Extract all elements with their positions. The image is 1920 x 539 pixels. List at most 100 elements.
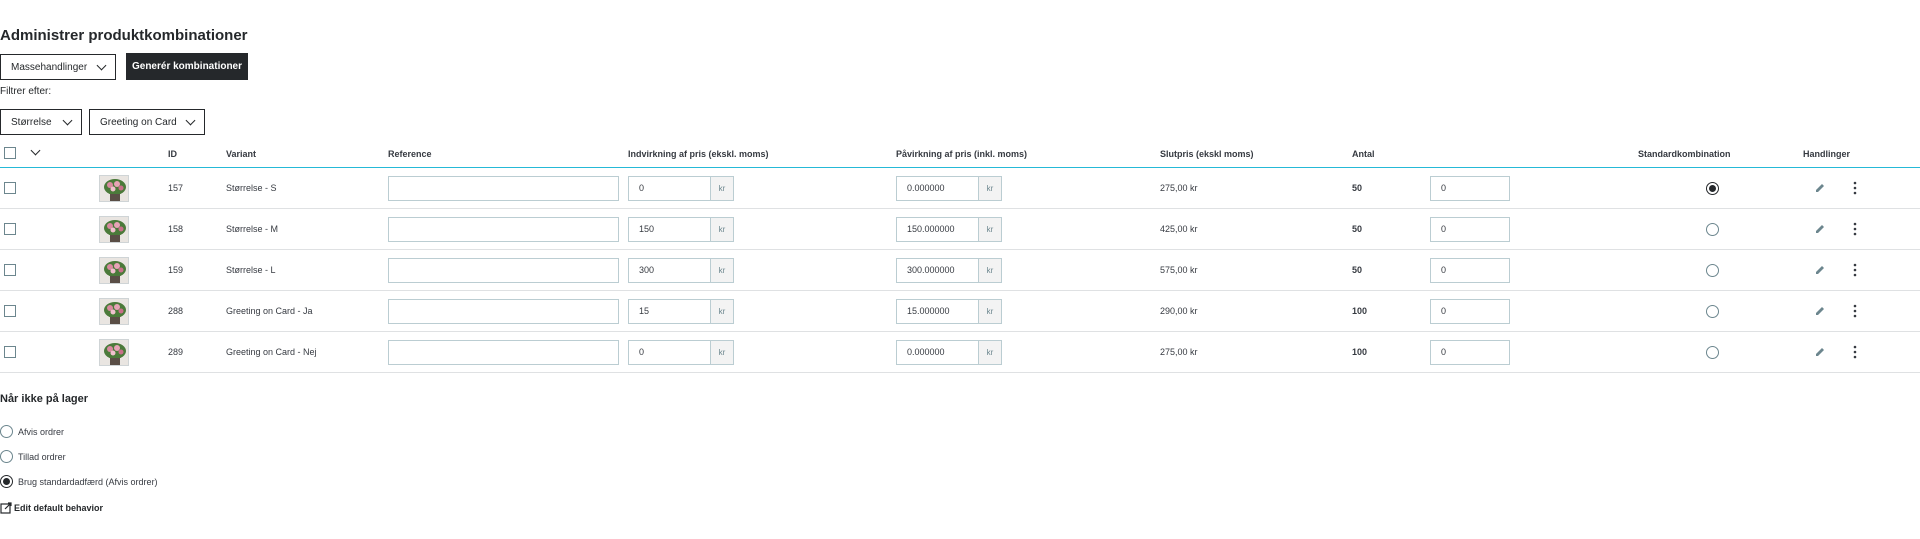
product-thumbnail bbox=[99, 256, 129, 284]
filter-greeting-dropdown[interactable]: Greeting on Card bbox=[89, 109, 205, 135]
chevron-down-icon[interactable] bbox=[30, 145, 41, 156]
impact-excl-input[interactable]: 0 bbox=[628, 175, 710, 201]
more-options-icon[interactable] bbox=[1852, 222, 1858, 236]
column-header-variant: Variant bbox=[226, 149, 257, 159]
radio-default-behavior[interactable] bbox=[0, 475, 13, 488]
row-variant: Greeting on Card - Nej bbox=[226, 347, 317, 357]
quantity-input[interactable]: 0 bbox=[1430, 298, 1510, 324]
out-of-stock-title: Når ikke på lager bbox=[0, 393, 89, 405]
quantity-input[interactable]: 0 bbox=[1430, 216, 1510, 242]
edit-icon[interactable] bbox=[1814, 264, 1826, 276]
out-of-stock-option-deny[interactable]: Afvis ordrer bbox=[0, 425, 64, 438]
impact-incl-input[interactable]: 15.000000 bbox=[896, 298, 978, 324]
impact-incl-input[interactable]: 0.000000 bbox=[896, 175, 978, 201]
edit-icon[interactable] bbox=[1814, 305, 1826, 317]
row-checkbox[interactable] bbox=[4, 182, 16, 194]
edit-default-behavior-link[interactable]: Edit default behavior bbox=[0, 502, 103, 514]
quantity-input[interactable]: 0 bbox=[1430, 175, 1510, 201]
currency-addon: kr bbox=[710, 175, 734, 201]
row-id: 157 bbox=[168, 183, 184, 193]
row-checkbox[interactable] bbox=[4, 223, 16, 235]
impact-incl-input[interactable]: 0.000000 bbox=[896, 339, 978, 365]
product-thumbnail bbox=[99, 215, 129, 243]
page-title: Administrer produktkombinationer bbox=[0, 27, 248, 44]
row-checkbox[interactable] bbox=[4, 346, 16, 358]
impact-incl-input[interactable]: 300.000000 bbox=[896, 257, 978, 283]
column-header-impact-incl: Påvirkning af pris (inkl. moms) bbox=[896, 149, 1028, 159]
row-checkbox[interactable] bbox=[4, 264, 16, 276]
reference-input[interactable] bbox=[388, 298, 619, 324]
external-edit-icon bbox=[0, 502, 12, 514]
option-label: Brug standardadfærd (Afvis ordrer) bbox=[18, 476, 158, 487]
column-header-actions: Handlinger bbox=[1803, 149, 1851, 159]
edit-icon[interactable] bbox=[1814, 346, 1826, 358]
table-row: 289 Greeting on Card - Nej 0 kr 0.000000 k… bbox=[0, 332, 1920, 373]
row-variant: Størrelse - M bbox=[226, 224, 279, 234]
option-label: Afvis ordrer bbox=[18, 426, 65, 437]
select-all-checkbox[interactable] bbox=[4, 147, 16, 159]
out-of-stock-option-allow[interactable]: Tillad ordrer bbox=[0, 450, 66, 463]
impact-incl-input[interactable]: 150.000000 bbox=[896, 216, 978, 242]
edit-icon[interactable] bbox=[1814, 182, 1826, 194]
row-id: 289 bbox=[168, 347, 184, 357]
radio-allow-orders[interactable] bbox=[0, 450, 13, 463]
radio-deny-orders[interactable] bbox=[0, 425, 13, 438]
product-thumbnail bbox=[99, 297, 129, 325]
table-row: 288 Greeting on Card - Ja 15 kr 15.000000… bbox=[0, 291, 1920, 332]
chevron-down-icon bbox=[185, 115, 196, 125]
row-quantity: 50 bbox=[1352, 265, 1363, 275]
generate-combinations-button[interactable]: Generér kombinationer bbox=[126, 53, 248, 80]
default-combination-radio[interactable] bbox=[1706, 222, 1719, 236]
row-variant: Størrelse - S bbox=[226, 183, 277, 193]
default-combination-radio[interactable] bbox=[1706, 263, 1719, 277]
chevron-down-icon bbox=[96, 60, 107, 70]
more-options-icon[interactable] bbox=[1852, 263, 1858, 277]
column-header-quantity: Antal bbox=[1352, 149, 1375, 159]
impact-excl-input[interactable]: 150 bbox=[628, 216, 710, 242]
row-variant: Greeting on Card - Ja bbox=[226, 306, 313, 316]
edit-default-behavior-label: Edit default behavior bbox=[14, 503, 104, 513]
more-options-icon[interactable] bbox=[1852, 304, 1858, 318]
row-quantity: 100 bbox=[1352, 306, 1368, 316]
impact-excl-input[interactable]: 15 bbox=[628, 298, 710, 324]
currency-addon: kr bbox=[710, 339, 734, 365]
out-of-stock-option-default[interactable]: Brug standardadfærd (Afvis ordrer) bbox=[0, 475, 158, 488]
default-combination-radio[interactable] bbox=[1706, 304, 1719, 318]
chevron-down-icon bbox=[62, 115, 73, 125]
row-id: 158 bbox=[168, 224, 184, 234]
column-header-id: ID bbox=[168, 149, 177, 159]
row-id: 159 bbox=[168, 265, 184, 275]
table-row: 159 Størrelse - L 300 kr 300.000000 kr 575… bbox=[0, 250, 1920, 291]
row-quantity: 50 bbox=[1352, 183, 1363, 193]
more-options-icon[interactable] bbox=[1852, 345, 1858, 359]
currency-addon: kr bbox=[978, 339, 1002, 365]
row-id: 288 bbox=[168, 306, 184, 316]
row-quantity: 100 bbox=[1352, 347, 1368, 357]
quantity-input[interactable]: 0 bbox=[1430, 257, 1510, 283]
impact-excl-input[interactable]: 0 bbox=[628, 339, 710, 365]
table-row: 157 Størrelse - S 0 kr 0.000000 kr 275,00 … bbox=[0, 168, 1920, 209]
default-combination-radio[interactable] bbox=[1706, 345, 1719, 359]
row-checkbox[interactable] bbox=[4, 305, 16, 317]
reference-input[interactable] bbox=[388, 257, 619, 283]
reference-input[interactable] bbox=[388, 175, 619, 201]
bulk-actions-dropdown[interactable]: Massehandlinger bbox=[0, 54, 116, 80]
quantity-input[interactable]: 0 bbox=[1430, 339, 1510, 365]
reference-input[interactable] bbox=[388, 339, 619, 365]
product-thumbnail bbox=[99, 174, 129, 202]
row-final-price: 275,00 kr bbox=[1160, 183, 1198, 193]
currency-addon: kr bbox=[710, 257, 734, 283]
reference-input[interactable] bbox=[388, 216, 619, 242]
currency-addon: kr bbox=[710, 298, 734, 324]
impact-excl-input[interactable]: 300 bbox=[628, 257, 710, 283]
filter-label: Filtrer efter: bbox=[0, 86, 52, 97]
edit-icon[interactable] bbox=[1814, 223, 1826, 235]
more-options-icon[interactable] bbox=[1852, 181, 1858, 195]
currency-addon: kr bbox=[978, 298, 1002, 324]
column-header-reference: Reference bbox=[388, 149, 432, 159]
row-quantity: 50 bbox=[1352, 224, 1363, 234]
default-combination-radio[interactable] bbox=[1706, 181, 1719, 195]
row-final-price: 290,00 kr bbox=[1160, 306, 1198, 316]
filter-size-dropdown[interactable]: Størrelse bbox=[0, 109, 82, 135]
column-header-default: Standardkombination bbox=[1638, 149, 1731, 159]
